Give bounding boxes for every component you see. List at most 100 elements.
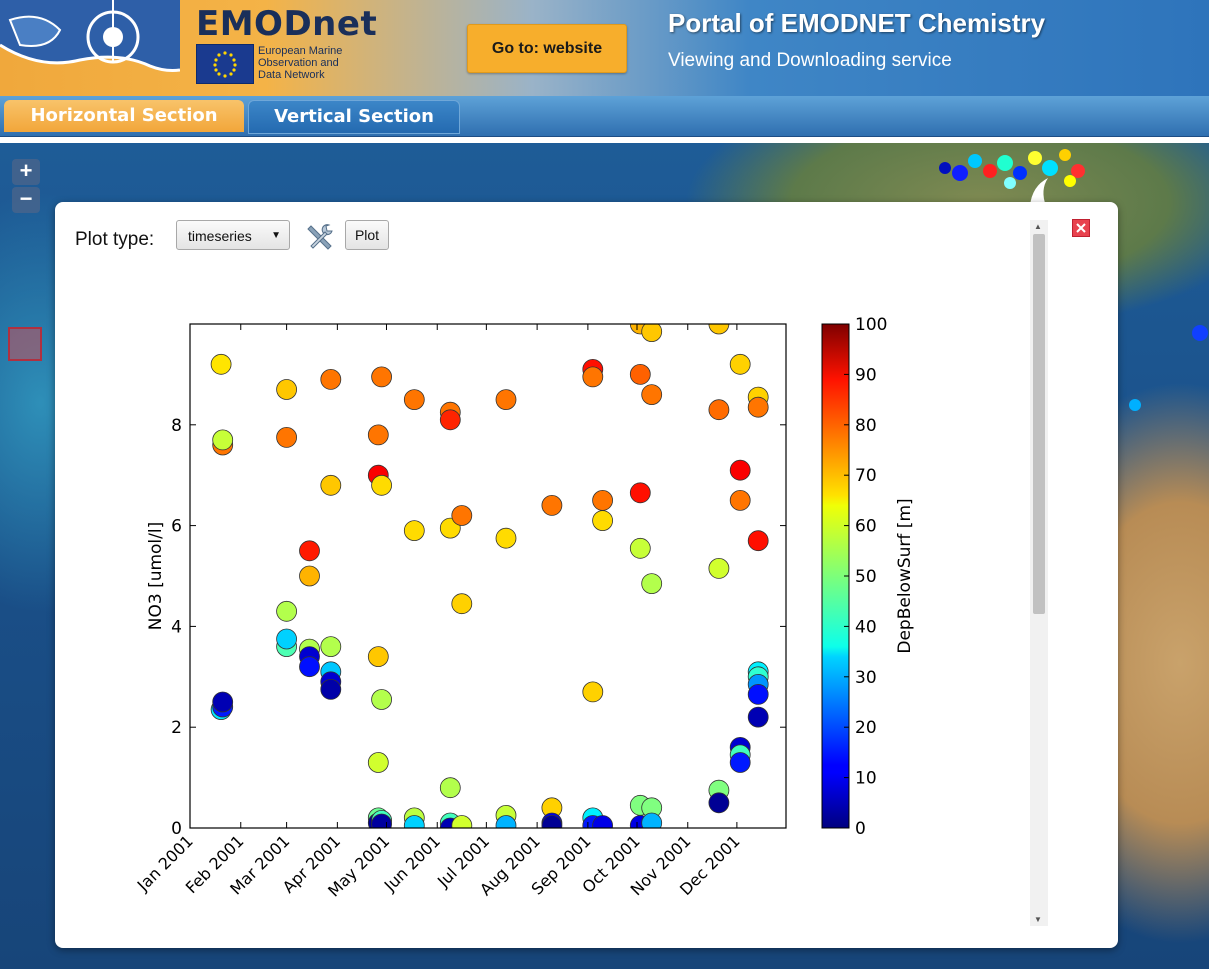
colorbar-tick-label: 20 [855,718,877,738]
data-point [729,752,751,773]
emodnet-logo-icon [0,0,180,72]
data-point [367,646,389,668]
panel-scrollbar[interactable]: ▲ ▼ [1030,220,1048,926]
data-point [747,530,769,552]
data-point [495,389,517,411]
data-point [629,363,651,385]
data-point [403,520,425,542]
y-tick-label: 2 [171,718,182,738]
data-point [729,489,751,511]
brand-name: EMODnet [196,4,378,44]
data-point [582,366,604,388]
data-point [371,689,393,710]
colorbar-ticks: 0 10 20 30 40 50 60 70 80 90 100 [844,315,887,839]
colorbar-tick-label: 70 [855,466,877,486]
scroll-thumb[interactable] [1033,234,1045,614]
tab-horizontal-section[interactable]: Horizontal Section [4,100,244,132]
data-point [641,812,663,828]
portal-subtitle: Viewing and Downloading service [668,50,952,71]
colorbar-tick-label: 0 [855,819,866,839]
brand-tagline-line: European Marine [258,45,343,57]
data-point [299,565,320,587]
colorbar-tick-label: 50 [855,567,877,587]
brand-tagline-line: Observation and [258,57,339,69]
data-point [592,815,613,828]
data-point [747,683,769,705]
data-point [212,691,234,713]
zoom-in-button[interactable]: + [12,159,40,185]
data-point [299,540,320,562]
data-point [403,389,425,411]
data-point [495,815,517,828]
data-point [708,557,730,579]
data-point [371,813,392,828]
data-point [320,678,342,700]
data-point [747,396,769,418]
brand-tagline: European Marine Observation and Data Net… [258,45,368,81]
data-point [299,656,320,678]
data-point [371,474,393,496]
data-point [592,489,613,511]
eu-flag-icon [196,44,254,84]
colorbar-tick-label: 40 [855,617,877,637]
data-point [729,353,751,375]
no3-timeseries-chart: 02468Jan 2001Feb 2001Mar 2001Apr 2001May… [133,315,915,901]
data-point [367,752,389,773]
data-point [320,636,342,658]
colorbar-tick-label: 80 [855,416,877,436]
data-point [729,459,751,481]
tab-vertical-section[interactable]: Vertical Section [248,100,460,134]
data-point [629,482,651,504]
goto-website-button[interactable]: Go to: website [467,24,627,73]
header: EMODnet European Marine Observation and … [0,0,1209,96]
station-cluster [939,149,1085,189]
data-point [451,593,473,615]
data-point [439,409,461,431]
y-tick-label: 8 [171,416,182,436]
colorbar-tick-label: 10 [855,769,877,789]
data-point [210,353,232,375]
data-point [495,527,517,549]
data-point [582,681,604,703]
portal-title: Portal of EMODNET Chemistry [668,8,1046,38]
station-marker[interactable] [1192,325,1208,341]
data-point [641,384,663,406]
colorbar-label: DepBelowSurf [m] [895,498,915,653]
data-point [320,368,342,390]
data-point [320,474,342,496]
data-point [439,777,461,799]
y-tick-label: 6 [171,517,182,537]
plot-frame [189,323,787,829]
y-axis-label: NO3 [umol/l] [146,522,166,631]
colorbar-tick-label: 30 [855,668,877,688]
data-point [541,815,563,828]
colorbar-tick-label: 100 [855,315,887,335]
y-tick-label: 4 [171,617,182,637]
close-icon[interactable] [1072,219,1090,237]
data-point [592,510,613,532]
scroll-up-icon[interactable]: ▲ [1034,222,1042,231]
data-point [276,628,298,650]
data-point [371,366,393,388]
data-point [708,792,730,814]
data-point [276,600,298,622]
data-point [367,424,389,446]
data-point [629,537,651,559]
data-point [747,706,769,728]
data-point [541,494,563,516]
data-point [212,429,234,451]
section-tabs: Horizontal Section Vertical Section [0,96,1209,137]
data-point [451,815,473,828]
data-point [276,426,298,448]
scroll-down-icon[interactable]: ▼ [1034,915,1042,924]
data-point [708,399,730,421]
data-point [451,505,473,526]
layer-switcher-icon[interactable] [8,327,42,361]
plot-popup: Plot type: timeseries ▼ Plot 0 2 4 6 8 J… [55,202,1118,948]
scatter-points [210,324,769,828]
zoom-out-button[interactable]: − [12,187,40,213]
data-point [403,815,425,828]
data-point [641,573,663,595]
data-point [276,379,298,400]
station-marker[interactable] [1129,399,1141,411]
